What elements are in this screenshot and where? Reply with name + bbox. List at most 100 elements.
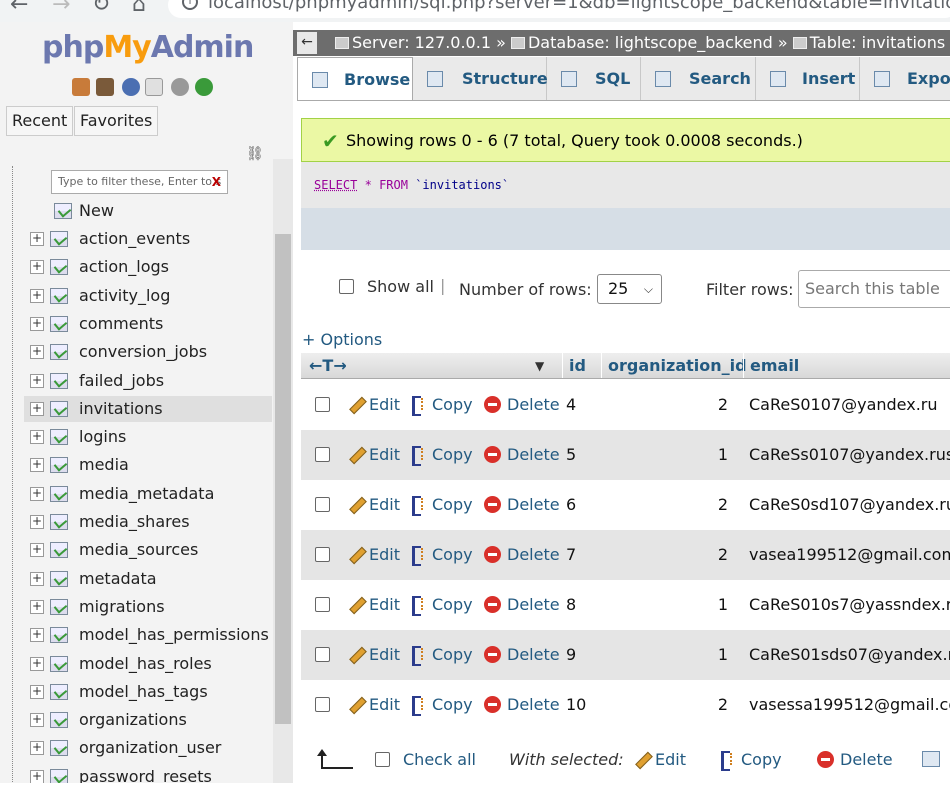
collapse-panel-button[interactable]: ← bbox=[297, 32, 317, 54]
row-copy-button[interactable]: Copy bbox=[410, 480, 473, 530]
sidebar-table-label[interactable]: media_sources bbox=[79, 537, 198, 563]
sidebar-table-metadata[interactable]: + metadata bbox=[24, 566, 272, 592]
sidebar-table-label[interactable]: media_metadata bbox=[79, 481, 214, 507]
breadcrumb-server[interactable]: Server: 127.0.0.1 bbox=[352, 33, 491, 52]
row-edit-button[interactable]: Edit bbox=[347, 580, 400, 630]
row-checkbox[interactable] bbox=[315, 397, 330, 412]
sidebar-table-label[interactable]: invitations bbox=[79, 396, 163, 422]
docs-icon[interactable] bbox=[145, 78, 163, 96]
sidebar-table-label[interactable]: logins bbox=[79, 424, 126, 450]
row-edit-button[interactable]: Edit bbox=[347, 680, 400, 730]
expand-icon[interactable]: + bbox=[30, 288, 44, 303]
column-header-organization-id[interactable]: organization_id bbox=[601, 353, 747, 378]
expand-icon[interactable]: + bbox=[30, 571, 44, 586]
home-icon[interactable] bbox=[72, 78, 90, 96]
expand-icon[interactable]: + bbox=[30, 628, 44, 643]
sidebar-table-label[interactable]: action_events bbox=[79, 226, 190, 252]
sidebar-table-label[interactable]: action_logs bbox=[79, 254, 169, 280]
row-edit-button[interactable]: Edit bbox=[347, 530, 400, 580]
sidebar-table-media[interactable]: + media bbox=[24, 452, 272, 478]
expand-icon[interactable]: + bbox=[30, 713, 44, 728]
sidebar-table-label[interactable]: password_resets bbox=[79, 764, 212, 783]
row-copy-button[interactable]: Copy bbox=[410, 630, 473, 680]
help-icon[interactable] bbox=[122, 78, 140, 96]
expand-icon[interactable]: + bbox=[30, 741, 44, 756]
table-filter-input[interactable]: Type to filter these, Enter to s X bbox=[51, 170, 228, 194]
expand-icon[interactable]: + bbox=[30, 543, 44, 558]
filter-rows-input[interactable]: Search this table bbox=[798, 270, 950, 308]
sidebar-table-invitations[interactable]: + invitations bbox=[24, 395, 272, 422]
favorites-button[interactable]: Favorites bbox=[74, 106, 159, 136]
sidebar-table-activity-log[interactable]: + activity_log bbox=[24, 283, 272, 309]
column-header-id[interactable]: id bbox=[562, 353, 601, 378]
logout-icon[interactable] bbox=[96, 78, 114, 96]
scrollbar-thumb[interactable] bbox=[275, 234, 291, 724]
expand-icon[interactable]: + bbox=[30, 316, 44, 331]
new-table-item[interactable]: New bbox=[24, 198, 272, 224]
bulk-copy-button[interactable]: Copy bbox=[719, 735, 782, 785]
sidebar-table-model-has-tags[interactable]: + model_has_tags bbox=[24, 679, 272, 705]
sidebar-table-label[interactable]: organizations bbox=[79, 707, 187, 733]
expand-icon[interactable]: + bbox=[30, 458, 44, 473]
options-link[interactable]: + Options bbox=[302, 330, 382, 349]
sidebar-table-label[interactable]: model_has_tags bbox=[79, 679, 208, 705]
home-icon[interactable]: ⌂ bbox=[132, 0, 146, 17]
sidebar-table-label[interactable]: metadata bbox=[79, 566, 157, 592]
row-edit-button[interactable]: Edit bbox=[347, 380, 400, 430]
export-icon[interactable] bbox=[922, 751, 940, 767]
sidebar-table-organization-user[interactable]: + organization_user bbox=[24, 735, 272, 761]
row-copy-button[interactable]: Copy bbox=[410, 580, 473, 630]
expand-icon[interactable]: + bbox=[30, 486, 44, 501]
breadcrumb-table[interactable]: Table: invitations bbox=[810, 33, 945, 52]
expand-icon[interactable]: + bbox=[30, 260, 44, 275]
tab-browse[interactable]: Browse bbox=[297, 57, 413, 100]
sidebar-table-model-has-permissions[interactable]: + model_has_permissions bbox=[24, 622, 272, 648]
sidebar-table-logins[interactable]: + logins bbox=[24, 424, 272, 450]
expand-icon[interactable]: + bbox=[30, 656, 44, 671]
sidebar-table-label[interactable]: activity_log bbox=[79, 283, 170, 309]
row-copy-button[interactable]: Copy bbox=[410, 530, 473, 580]
expand-icon[interactable]: + bbox=[30, 232, 44, 246]
row-checkbox[interactable] bbox=[315, 697, 330, 712]
expand-icon[interactable]: + bbox=[30, 684, 44, 699]
breadcrumb-database[interactable]: Database: lightscope_backend bbox=[528, 33, 773, 52]
column-toggle-arrows[interactable]: ←T→ bbox=[309, 353, 347, 378]
sidebar-table-label[interactable]: media_shares bbox=[79, 509, 190, 535]
row-checkbox[interactable] bbox=[315, 547, 330, 562]
row-delete-button[interactable]: Delete bbox=[484, 630, 560, 680]
sidebar-table-model-has-roles[interactable]: + model_has_roles bbox=[24, 651, 272, 677]
row-checkbox[interactable] bbox=[315, 597, 330, 612]
back-arrow-icon[interactable]: ← bbox=[10, 0, 28, 17]
sidebar-table-label[interactable]: conversion_jobs bbox=[79, 339, 207, 365]
expand-icon[interactable]: + bbox=[30, 769, 44, 783]
sidebar-table-label[interactable]: comments bbox=[79, 311, 163, 337]
bulk-edit-button[interactable]: Edit bbox=[633, 735, 686, 785]
row-copy-button[interactable]: Copy bbox=[410, 680, 473, 730]
phpmyadmin-logo[interactable]: phpMyAdmin bbox=[42, 30, 254, 65]
sidebar-table-media-shares[interactable]: + media_shares bbox=[24, 509, 272, 535]
tab-structure[interactable]: Structure bbox=[413, 57, 548, 100]
address-bar[interactable]: localhost/phpmyadmin/sql.php?server=1&db… bbox=[168, 0, 950, 18]
check-all-label[interactable]: Check all bbox=[403, 735, 476, 785]
row-edit-button[interactable]: Edit bbox=[347, 630, 400, 680]
row-delete-button[interactable]: Delete bbox=[484, 580, 560, 630]
row-delete-button[interactable]: Delete bbox=[484, 680, 560, 730]
sidebar-table-conversion-jobs[interactable]: + conversion_jobs bbox=[24, 339, 272, 365]
sidebar-table-label[interactable]: model_has_roles bbox=[79, 651, 212, 677]
sidebar-table-label[interactable]: model_has_permissions bbox=[79, 622, 269, 648]
sidebar-table-migrations[interactable]: + migrations bbox=[24, 594, 272, 620]
recent-button[interactable]: Recent bbox=[6, 106, 74, 136]
row-delete-button[interactable]: Delete bbox=[484, 380, 560, 430]
row-checkbox[interactable] bbox=[315, 647, 330, 662]
clear-filter-icon[interactable]: X bbox=[212, 171, 221, 193]
tab-export[interactable]: Export bbox=[860, 57, 950, 100]
gear-icon[interactable] bbox=[171, 78, 189, 96]
tab-sql[interactable]: SQL bbox=[547, 57, 641, 100]
column-header-email[interactable]: email bbox=[743, 353, 950, 378]
row-edit-button[interactable]: Edit bbox=[347, 430, 400, 480]
row-copy-button[interactable]: Copy bbox=[410, 430, 473, 480]
sidebar-table-label[interactable]: media bbox=[79, 452, 129, 478]
tab-search[interactable]: Search bbox=[641, 57, 756, 100]
expand-icon[interactable]: + bbox=[30, 430, 44, 445]
row-delete-button[interactable]: Delete bbox=[484, 480, 560, 530]
